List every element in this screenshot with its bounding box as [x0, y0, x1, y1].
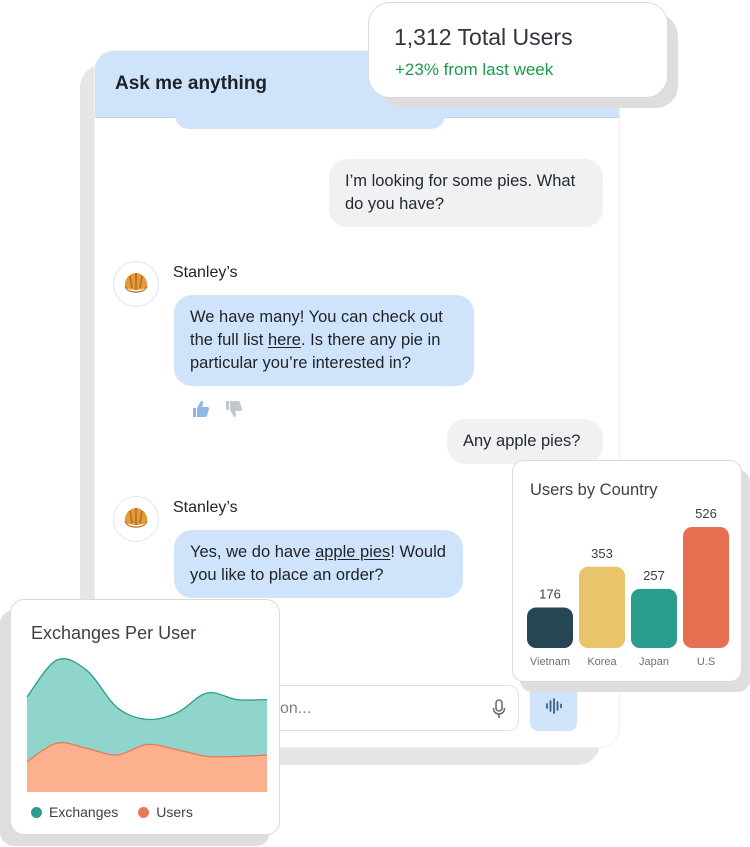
thumbs-up-icon[interactable] [191, 399, 211, 424]
message-link[interactable]: apple pies [315, 543, 390, 561]
bar-value-label: 353 [591, 546, 613, 561]
message-input-placeholder: on... [280, 700, 312, 717]
microphone-icon[interactable] [492, 699, 506, 724]
legend-item: Users [138, 804, 193, 820]
croissant-icon [122, 270, 150, 299]
legend-item: Exchanges [31, 804, 118, 820]
exchanges-area-chart [26, 658, 268, 792]
thumbs-down-icon[interactable] [224, 399, 244, 424]
bar-value-label: 176 [539, 587, 561, 602]
legend-swatch [138, 806, 150, 818]
user-message: Any apple pies? [447, 419, 603, 464]
bot-message: Yes, we do have apple pies! Would you li… [174, 530, 463, 598]
user-message: I’m looking for some pies. What do you h… [329, 159, 603, 227]
users-by-country-card: Users by Country 176 Vietnam 353 Korea 257 Ja… [512, 460, 742, 682]
croissant-icon [122, 505, 150, 534]
message-input[interactable]: on... [265, 685, 519, 731]
category-label: Japan [639, 656, 669, 668]
bot-sender-name: Stanley’s [173, 499, 238, 516]
users-by-country-chart: 176 Vietnam 353 Korea 257 Japan 526 U.S [527, 506, 729, 668]
bar-japan [631, 588, 677, 648]
bar-value-label: 257 [643, 568, 665, 583]
total-users-value: 1,312 Total Users [394, 24, 573, 50]
category-label: U.S [697, 656, 715, 668]
weekly-change: +23% from last week [395, 60, 554, 79]
legend-swatch [31, 806, 42, 818]
message-link[interactable]: here [268, 331, 301, 349]
bar-value-label: 526 [695, 506, 717, 521]
bot-message: We have many! You can check out the full… [174, 295, 474, 386]
chat-title: Ask me anything [115, 73, 268, 94]
bar-korea [579, 566, 625, 648]
chart-legend: Exchanges Users [31, 804, 213, 820]
audio-wave-icon [545, 697, 563, 720]
bar-vietnam [527, 607, 573, 648]
bot-avatar [113, 496, 159, 542]
bot-sender-name: Stanley’s [173, 264, 238, 281]
previous-message-bubble [175, 113, 445, 129]
total-users-card: 1,312 Total Users +23% from last week [368, 2, 668, 98]
exchanges-per-user-card: Exchanges Per User Exchanges Users [10, 599, 280, 835]
category-label: Korea [587, 656, 617, 668]
category-label: Vietnam [530, 656, 570, 668]
bar-us [683, 527, 729, 648]
bot-avatar [113, 261, 159, 307]
